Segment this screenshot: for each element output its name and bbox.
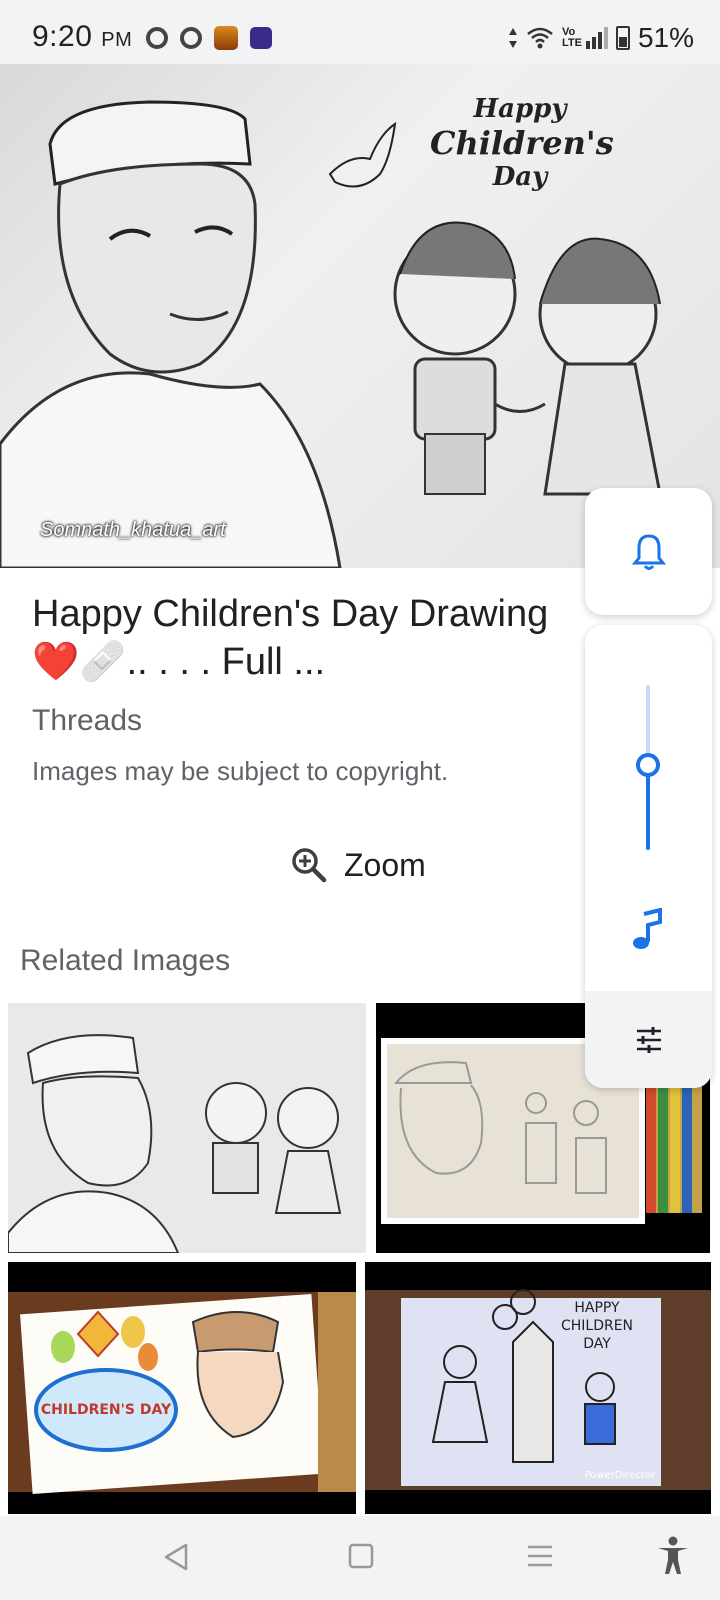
hero-watermark: Somnath_khatua_art bbox=[40, 519, 226, 541]
result-source[interactable]: Threads bbox=[32, 704, 142, 738]
related-image-1-drawing bbox=[8, 1003, 366, 1253]
related-image-3[interactable]: CHILDREN'S DAY bbox=[8, 1262, 356, 1514]
bell-icon bbox=[631, 533, 666, 570]
music-note-icon bbox=[633, 908, 662, 949]
status-right: Vo LTE 51% bbox=[508, 22, 694, 54]
hero-caption: Happy Children's Day bbox=[430, 94, 614, 192]
battery-percent: 51% bbox=[637, 22, 694, 53]
related-image-1[interactable] bbox=[8, 1003, 366, 1253]
copyright-notice: Images may be subject to copyright. bbox=[32, 756, 449, 786]
wifi-icon bbox=[527, 27, 553, 49]
back-icon[interactable] bbox=[162, 1542, 190, 1572]
tune-icon bbox=[636, 1026, 661, 1053]
recents-icon[interactable] bbox=[526, 1542, 554, 1570]
related-image-4-caption-line-3: DAY bbox=[583, 1336, 611, 1352]
status-bar: 9:20 PM Vo LTE 51% bbox=[0, 0, 720, 64]
sound-settings-button[interactable] bbox=[585, 991, 712, 1088]
hero-caption-line-3: Day bbox=[492, 162, 548, 192]
accessibility-icon[interactable] bbox=[656, 1536, 690, 1576]
app-notification-icon bbox=[214, 26, 238, 50]
related-image-3-drawing: CHILDREN'S DAY bbox=[8, 1262, 356, 1514]
navigation-bar bbox=[0, 1516, 720, 1600]
volte-icon: Vo LTE bbox=[561, 26, 582, 49]
zoom-in-icon bbox=[292, 848, 327, 883]
result-title[interactable]: Happy Children's Day Drawing ❤️🩹.. . . .… bbox=[32, 590, 592, 686]
volume-slider-thumb[interactable] bbox=[636, 753, 660, 777]
app-notification-icon bbox=[250, 27, 272, 49]
related-image-4-watermark: PowerDirector bbox=[585, 1470, 656, 1481]
zoom-button[interactable]: Zoom bbox=[290, 846, 426, 884]
chrome-icon bbox=[180, 27, 202, 49]
signal-icon bbox=[585, 27, 608, 49]
related-image-3-caption: CHILDREN'S DAY bbox=[41, 1402, 172, 1418]
related-image-4-caption-line-2: CHILDREN bbox=[561, 1318, 633, 1334]
related-image-4-drawing: HAPPY CHILDREN DAY PowerDirector bbox=[365, 1262, 711, 1514]
hero-caption-line-2: Children's bbox=[430, 124, 614, 162]
status-time-ampm: PM bbox=[101, 29, 133, 51]
home-icon[interactable] bbox=[348, 1542, 374, 1570]
related-image-4-caption-line-1: HAPPY bbox=[574, 1300, 620, 1316]
ringer-mode-button[interactable] bbox=[585, 488, 712, 615]
notification-icons bbox=[146, 26, 272, 50]
volume-panel bbox=[585, 625, 712, 1088]
related-image-4[interactable]: HAPPY CHILDREN DAY PowerDirector bbox=[365, 1262, 711, 1514]
related-images-heading: Related Images bbox=[20, 944, 231, 977]
zoom-label: Zoom bbox=[344, 846, 426, 883]
hero-caption-line-1: Happy bbox=[473, 94, 567, 124]
battery-icon bbox=[615, 26, 630, 50]
volume-slider-fill bbox=[646, 768, 650, 850]
chrome-icon bbox=[146, 27, 168, 49]
data-arrows-icon bbox=[508, 28, 517, 48]
status-time-value: 9:20 bbox=[32, 20, 93, 53]
status-time: 9:20 PM bbox=[32, 20, 132, 54]
